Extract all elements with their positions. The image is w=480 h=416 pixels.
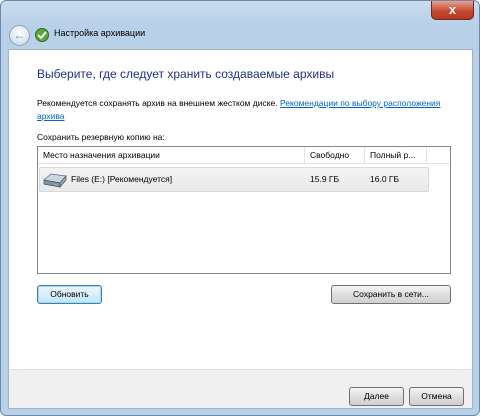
- backup-setup-window: x ← Настройка архивации Выберите, где сл…: [0, 0, 480, 416]
- drive-name: Files (E:) [Рекомендуется]: [71, 174, 173, 184]
- list-item[interactable]: Files (E:) [Рекомендуется] 15.9 ГБ 16.0 …: [39, 167, 429, 192]
- title-bar: x ← Настройка архивации: [1, 1, 479, 49]
- save-to-network-button[interactable]: Сохранить в сети...: [331, 285, 451, 304]
- column-header-total[interactable]: Полный р...: [364, 147, 426, 164]
- save-to-label: Сохранить резервную копию на:: [37, 132, 165, 142]
- back-arrow-icon: ←: [13, 28, 26, 42]
- refresh-button[interactable]: Обновить: [37, 285, 102, 304]
- drive-free-space: 15.9 ГБ: [310, 174, 340, 184]
- column-header-free[interactable]: Свободно: [304, 147, 364, 164]
- column-header-destination[interactable]: Место назначения архивации: [38, 147, 304, 164]
- backup-app-icon: [35, 28, 49, 42]
- close-button[interactable]: x: [431, 1, 474, 20]
- footer-bar: Далее Отмена: [8, 369, 473, 409]
- drive-total-size: 16.0 ГБ: [370, 174, 400, 184]
- back-button[interactable]: ←: [9, 25, 30, 46]
- cancel-button[interactable]: Отмена: [409, 387, 464, 406]
- page-title: Выберите, где следует хранить создаваемы…: [37, 67, 335, 81]
- description-text: Рекомендуется сохранять архив на внешнем…: [37, 98, 278, 108]
- destination-list[interactable]: Место назначения архивации Свободно Полн…: [37, 146, 451, 274]
- hard-drive-icon: [43, 173, 67, 189]
- description: Рекомендуется сохранять архив на внешнем…: [37, 97, 447, 123]
- content-panel: Выберите, где следует хранить создаваемы…: [8, 49, 473, 369]
- window-title: Настройка архивации: [54, 28, 146, 38]
- list-header: Место назначения архивации Свободно Полн…: [38, 147, 450, 164]
- next-button[interactable]: Далее: [349, 387, 404, 406]
- column-header-filler: [426, 147, 452, 164]
